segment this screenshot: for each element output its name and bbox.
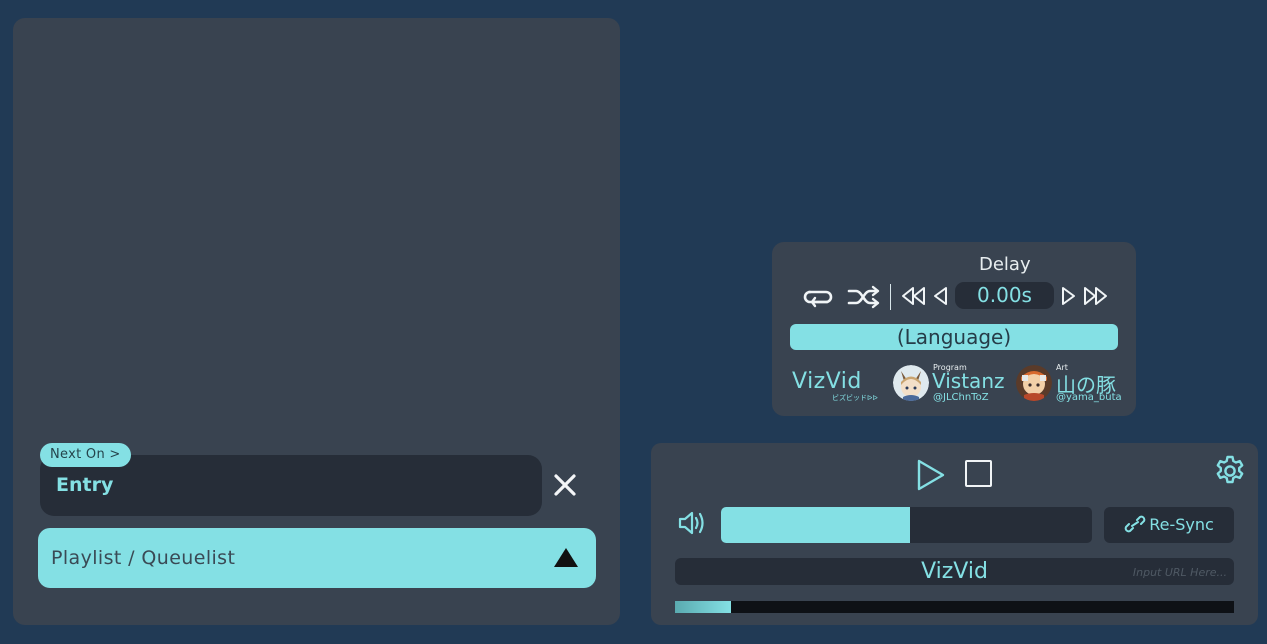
playlist-toggle-button[interactable]: Playlist / Queuelist [38, 528, 596, 588]
loop-button[interactable] [802, 284, 834, 310]
stop-button[interactable] [965, 460, 992, 487]
program-name: Vistanz [932, 369, 1005, 393]
player-panel: Re-Sync VizVid Input URL Here... [651, 443, 1258, 625]
volume-slider[interactable] [721, 507, 1092, 543]
close-icon [554, 474, 576, 496]
program-avatar [893, 365, 929, 401]
shuffle-button[interactable] [847, 284, 881, 310]
mute-button[interactable] [677, 509, 709, 541]
link-icon [1124, 515, 1146, 533]
gear-icon [1216, 455, 1244, 484]
resync-label: Re-Sync [1149, 515, 1214, 534]
play-icon [917, 459, 945, 491]
info-panel: Delay 0.00s (Language) VizVid ビズビッドᐅᐅ Pr… [772, 242, 1136, 416]
next-on-badge: Next On > [40, 443, 131, 467]
settings-button[interactable] [1213, 454, 1247, 492]
rewind-fast-button[interactable] [900, 285, 928, 307]
rewind-fast-icon [902, 287, 925, 305]
vizvid-logo-sub: ビズビッドᐅᐅ [832, 394, 878, 402]
forward-fast-icon [1084, 287, 1107, 305]
rewind-icon [934, 287, 947, 305]
volume-slider-fill [721, 507, 911, 543]
resync-button[interactable]: Re-Sync [1104, 507, 1234, 543]
url-placeholder: Input URL Here... [1132, 566, 1227, 579]
control-divider [890, 284, 891, 310]
seek-bar[interactable] [675, 601, 1234, 613]
collapse-triangle-icon [554, 548, 578, 567]
art-handle: @yama_buta [1056, 392, 1122, 403]
forward-button[interactable] [1059, 285, 1077, 307]
delay-value: 0.00s [955, 282, 1054, 309]
art-avatar [1016, 365, 1052, 401]
rewind-button[interactable] [932, 285, 950, 307]
seek-bar-fill [675, 601, 731, 613]
clear-entry-button[interactable] [550, 470, 580, 500]
forward-fast-button[interactable] [1081, 285, 1111, 307]
forward-icon [1062, 287, 1075, 305]
playlist-panel: Entry Next On > Playlist / Queuelist [13, 18, 620, 625]
loop-icon [803, 290, 833, 308]
language-selector[interactable]: (Language) [790, 324, 1118, 350]
entry-text: Entry [56, 474, 114, 496]
url-input[interactable]: VizVid Input URL Here... [675, 558, 1234, 585]
vizvid-logo: VizVid [792, 369, 862, 394]
program-handle: @JLChnToZ [933, 392, 989, 403]
volume-icon [678, 511, 704, 535]
shuffle-icon [847, 285, 880, 309]
playlist-label: Playlist / Queuelist [51, 547, 236, 569]
play-button[interactable] [915, 458, 947, 496]
delay-label: Delay [979, 254, 1031, 275]
